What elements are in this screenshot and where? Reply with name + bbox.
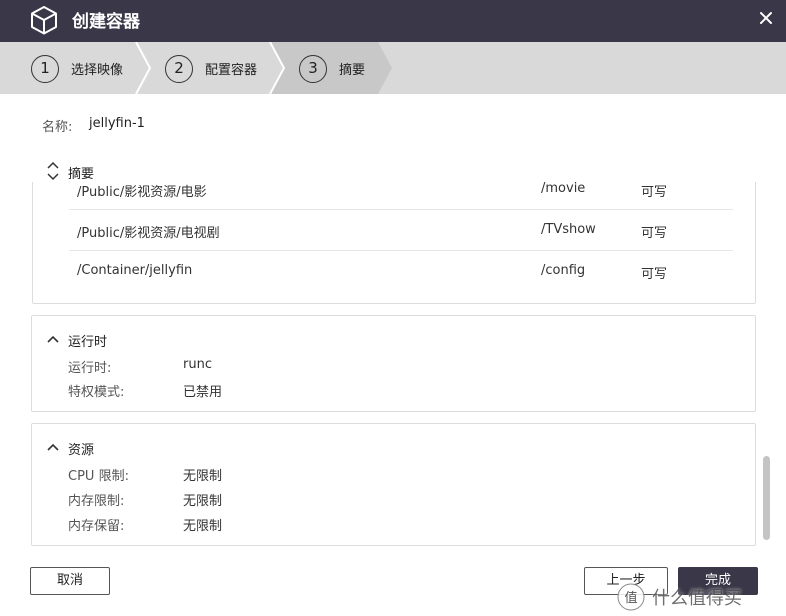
runtime-value: runc [183,357,212,372]
memory-reservation-value: 无限制 [183,519,223,534]
volume-mapping-panel: /Public/影视资源/电影 /movie 可写 /Public/影视资源/电… [32,182,756,304]
step-number: 3 [299,55,327,83]
close-icon[interactable] [756,8,776,28]
step-summary: 3 摘要 [0,42,400,94]
container-path: /TVshow [541,222,596,237]
access-mode: 可写 [641,267,668,282]
cpu-limit-key: CPU 限制: [68,469,129,484]
name-label: 名称: [42,120,73,135]
expand-collapse-icon [47,161,59,181]
table-row: /Public/影视资源/电视剧 /TVshow 可写 [69,210,733,251]
step-label: 摘要 [339,63,366,78]
container-cube-icon [31,6,57,35]
cpu-limit-value: 无限制 [183,469,223,484]
runtime-row: 运行时: runc [68,357,212,376]
cancel-button[interactable]: 取消 [30,567,110,595]
memory-limit-row: 内存限制: 无限制 [68,490,222,509]
runtime-label: 运行时 [68,335,108,350]
cpu-limit-row: CPU 限制: 无限制 [68,465,222,484]
wizard-stepper: 1 选择映像 2 配置容器 3 摘要 [0,42,786,94]
runtime-key: 运行时: [68,361,112,376]
privileged-mode-value: 已禁用 [183,385,223,400]
table-row: /Public/影视资源/电影 /movie 可写 [69,182,733,210]
memory-reservation-key: 内存保留: [68,519,125,534]
svg-text:值: 值 [624,590,637,606]
access-mode: 可写 [641,226,668,241]
summary-label: 摘要 [68,167,95,182]
resources-panel: 资源 CPU 限制: 无限制 内存限制: 无限制 内存保留: 无限制 [31,423,756,546]
memory-limit-value: 无限制 [183,494,223,509]
container-path: /config [541,263,586,278]
scrollbar-thumb[interactable] [763,456,770,540]
resources-label: 资源 [68,443,95,458]
watermark-logo-icon: 值 [617,583,645,611]
container-name-row: 名称: jellyfin-1 [42,116,145,135]
privileged-mode-row: 特权模式: 已禁用 [68,381,222,400]
chevron-up-icon [47,335,59,343]
memory-reservation-row: 内存保留: 无限制 [68,515,222,534]
title-bar: 创建容器 [0,0,786,42]
container-path: /movie [541,182,586,196]
runtime-panel: 运行时 运行时: runc 特权模式: 已禁用 [31,315,756,412]
host-path: /Public/影视资源/电视剧 [77,226,220,241]
chevron-up-icon [47,443,59,451]
watermark-text: 什么值得买 [652,588,742,609]
memory-limit-key: 内存限制: [68,494,125,509]
name-value: jellyfin-1 [89,116,145,131]
host-path: /Public/影视资源/电影 [77,185,207,200]
table-row: /Container/jellyfin /config 可写 [69,251,733,292]
privileged-mode-key: 特权模式: [68,385,125,400]
host-path: /Container/jellyfin [77,263,193,278]
window-title: 创建容器 [72,12,140,32]
summary-section-toggle[interactable]: 摘要 [46,160,146,182]
access-mode: 可写 [641,185,668,200]
watermark: 值 什么值得买 [616,578,786,614]
